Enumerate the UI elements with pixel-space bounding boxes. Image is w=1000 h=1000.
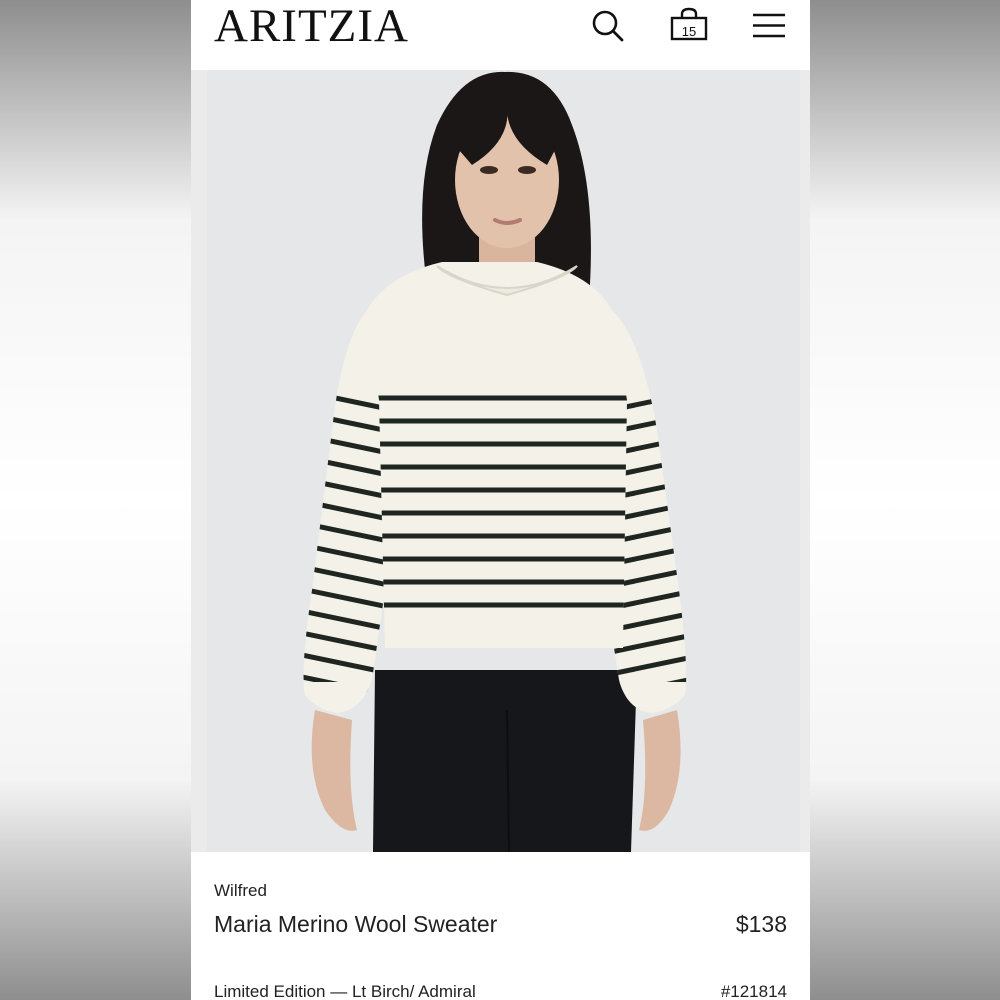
hamburger-menu-icon: [753, 13, 785, 38]
menu-button[interactable]: [749, 6, 789, 46]
product-variant: Limited Edition — Lt Birch/ Admiral: [214, 982, 476, 1000]
top-header: ARITZIA 15: [191, 0, 810, 70]
search-icon: [592, 10, 624, 42]
product-info: Wilfred Maria Merino Wool Sweater $138 L…: [191, 852, 810, 1000]
product-photo-frame: [207, 70, 800, 852]
product-brand[interactable]: Wilfred: [214, 881, 267, 901]
bag-count-badge: 15: [681, 24, 697, 39]
product-name: Maria Merino Wool Sweater: [214, 911, 498, 937]
search-button[interactable]: [589, 6, 629, 46]
product-price: $138: [735, 911, 787, 937]
app-screen: ARITZIA 15 Wilfred Maria Merino Wool Swe…: [191, 0, 810, 1000]
shopping-bag-button[interactable]: 15: [669, 6, 709, 46]
brand-logo[interactable]: ARITZIA: [214, 2, 409, 50]
product-photo: [303, 71, 687, 852]
product-image-gallery[interactable]: [191, 70, 810, 852]
product-sku: #121814: [720, 982, 787, 1000]
